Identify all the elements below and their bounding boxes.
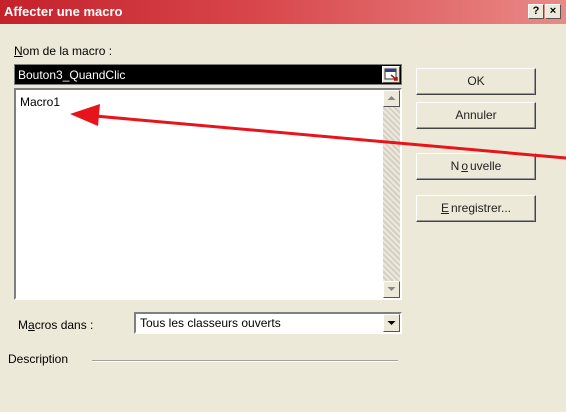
macro-name-field[interactable] [14, 64, 402, 85]
help-button[interactable]: ? [528, 4, 544, 19]
assign-macro-dialog: Affecter une macro ? × Nom de la macro :… [0, 0, 566, 412]
description-label: Description [8, 352, 69, 366]
macros-in-value: Tous les classeurs ouverts [140, 316, 281, 330]
scroll-down-icon [387, 287, 396, 291]
scroll-up-icon [387, 96, 396, 100]
scroll-down-button[interactable] [383, 281, 400, 298]
macro-name-label: Nom de la macro : [14, 44, 113, 58]
macro-name-input[interactable] [15, 65, 381, 84]
macros-in-select[interactable]: Tous les classeurs ouverts [134, 312, 402, 334]
macros-in-label: Macros dans : [18, 318, 94, 332]
close-button[interactable]: × [545, 4, 561, 19]
record-macro-button[interactable]: Enregistrer... [416, 195, 536, 222]
dropdown-button[interactable] [383, 314, 400, 332]
chevron-down-icon [387, 321, 396, 325]
dialog-title: Affecter une macro [4, 4, 123, 19]
list-scrollbar[interactable] [383, 90, 400, 298]
range-select-icon[interactable] [382, 66, 400, 83]
list-item[interactable]: Macro1 [20, 95, 60, 109]
title-bar[interactable]: Affecter une macro ? × [0, 0, 566, 24]
description-divider [92, 360, 398, 362]
cancel-button[interactable]: Annuler [416, 102, 536, 129]
ok-button[interactable]: OK [416, 68, 536, 95]
macro-list[interactable]: Macro1 [14, 88, 402, 300]
new-macro-button[interactable]: No uvelle [416, 153, 536, 180]
scroll-up-button[interactable] [383, 90, 400, 107]
